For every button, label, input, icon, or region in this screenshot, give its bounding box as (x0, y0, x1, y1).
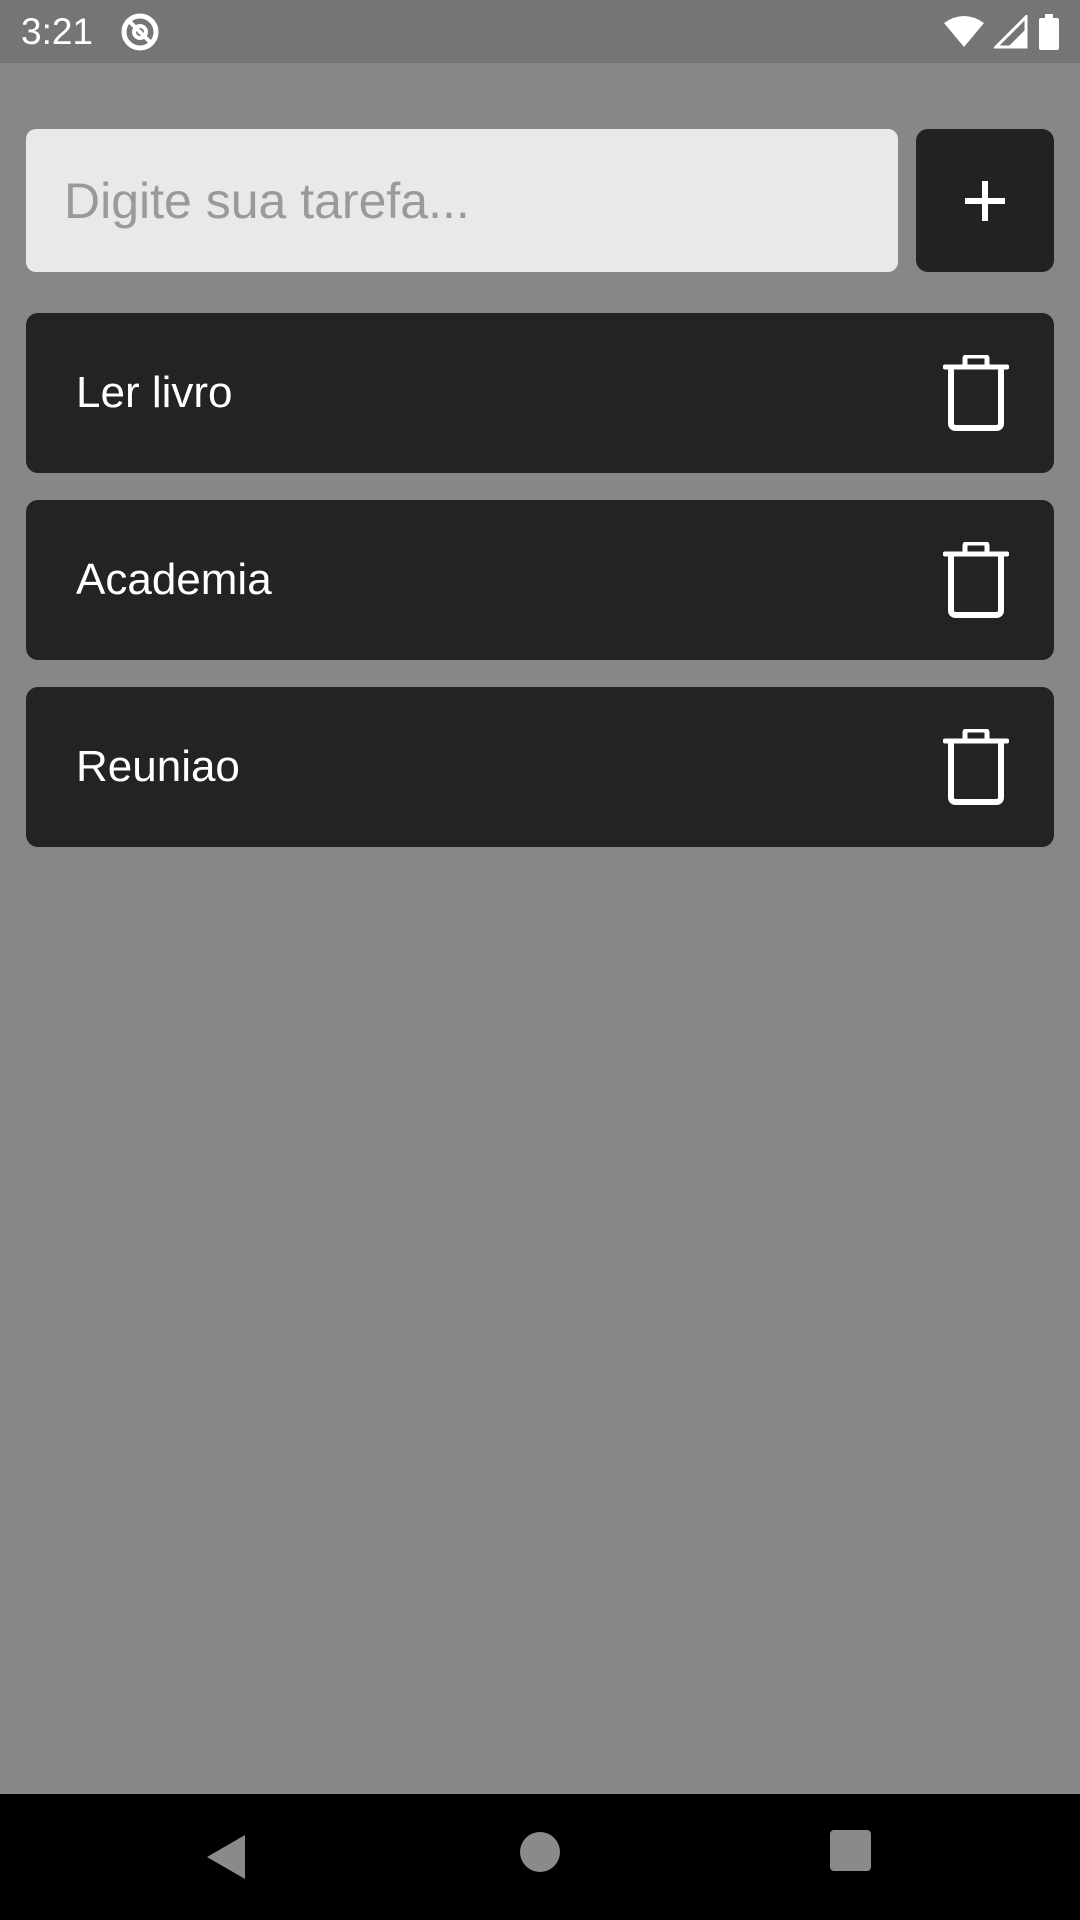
trash-icon (943, 729, 1009, 805)
signal-icon (994, 15, 1028, 49)
trash-icon (943, 355, 1009, 431)
app-screen: 3:21 Ler livr (0, 0, 1080, 1920)
recents-icon[interactable] (830, 1830, 871, 1871)
do-not-disturb-icon (121, 13, 159, 51)
delete-task-button[interactable] (938, 538, 1014, 622)
task-list: Ler livro Academia Reuniao (26, 313, 1054, 874)
task-item: Reuniao (26, 687, 1054, 847)
task-item: Ler livro (26, 313, 1054, 473)
home-icon[interactable] (520, 1832, 560, 1872)
status-time: 3:21 (21, 11, 94, 52)
status-bar: 3:21 (0, 0, 1080, 63)
task-label: Academia (76, 555, 272, 604)
trash-icon (943, 542, 1009, 618)
task-label: Reuniao (76, 742, 240, 791)
status-icons (944, 12, 1060, 52)
delete-task-button[interactable] (938, 725, 1014, 809)
battery-icon (1039, 14, 1059, 50)
add-task-button[interactable] (916, 129, 1054, 272)
task-label: Ler livro (76, 368, 233, 417)
task-item: Academia (26, 500, 1054, 660)
delete-task-button[interactable] (938, 351, 1014, 435)
wifi-icon (944, 16, 984, 47)
plus-icon (965, 180, 1005, 221)
navigation-bar (0, 1794, 1080, 1920)
task-input[interactable] (26, 129, 898, 272)
back-icon[interactable] (203, 1832, 253, 1882)
